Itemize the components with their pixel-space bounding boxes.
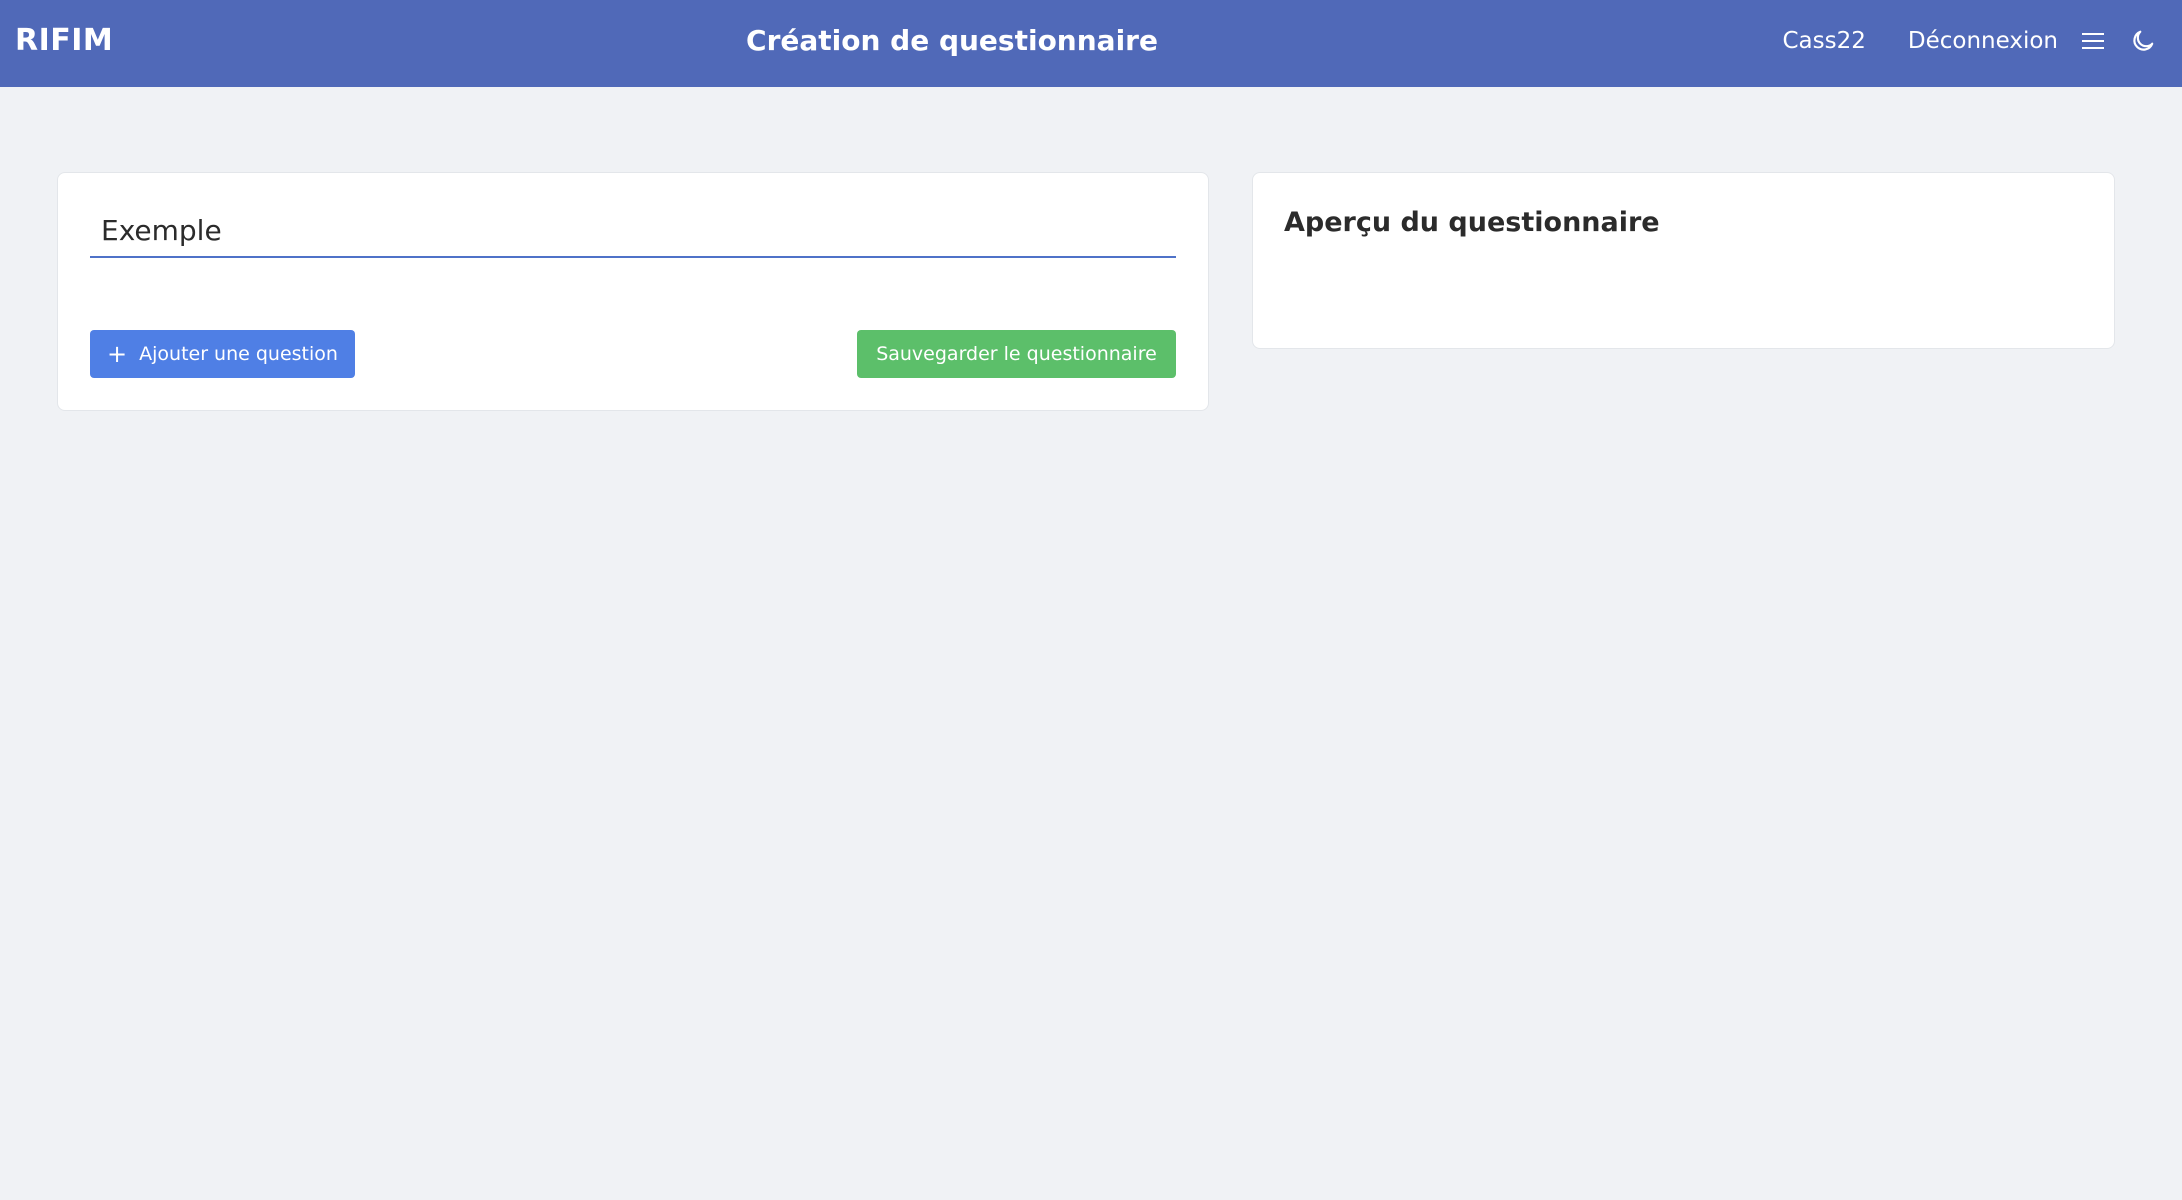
- questionnaire-title-input[interactable]: [90, 205, 1176, 258]
- page-title: Création de questionnaire: [746, 24, 1158, 57]
- questionnaire-preview-card: Aperçu du questionnaire: [1252, 172, 2115, 349]
- moon-icon[interactable]: [2128, 20, 2158, 62]
- hamburger-menu-icon[interactable]: [2078, 20, 2108, 62]
- user-profile-link[interactable]: Cass22: [1782, 20, 1865, 62]
- questionnaire-editor-card: + Ajouter une question Sauvegarder le qu…: [57, 172, 1209, 411]
- top-navbar: RIFIM Création de questionnaire Cass22 D…: [0, 0, 2182, 87]
- save-questionnaire-label: Sauvegarder le questionnaire: [876, 343, 1157, 365]
- navbar-actions: Cass22 Déconnexion: [1740, 20, 2158, 62]
- add-question-label: Ajouter une question: [139, 343, 338, 365]
- plus-icon: +: [107, 340, 128, 368]
- add-question-button[interactable]: + Ajouter une question: [90, 330, 355, 378]
- save-questionnaire-button[interactable]: Sauvegarder le questionnaire: [857, 330, 1176, 378]
- logout-link[interactable]: Déconnexion: [1908, 20, 2058, 62]
- preview-title: Aperçu du questionnaire: [1284, 207, 1660, 238]
